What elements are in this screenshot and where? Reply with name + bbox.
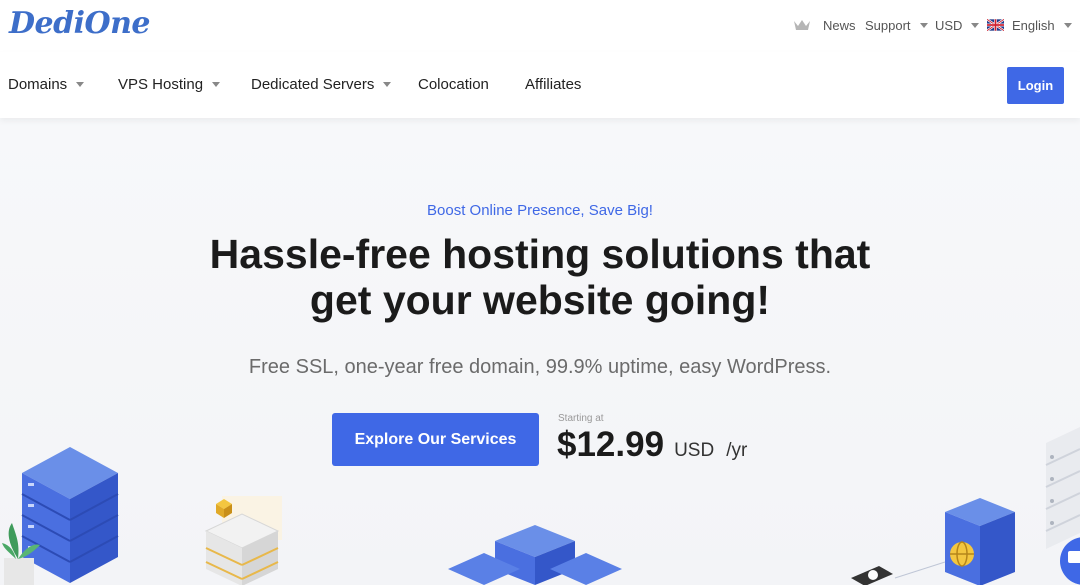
hero-headline: Hassle-free hosting solutions that get y…	[140, 231, 940, 323]
currency-dropdown[interactable]: USD	[935, 16, 980, 34]
price-period: /yr	[726, 440, 748, 461]
language-label: English	[1012, 17, 1055, 33]
hero-tagline: Boost Online Presence, Save Big!	[427, 202, 653, 219]
chat-bubble-icon	[1060, 537, 1080, 585]
globe-server-illustration	[851, 498, 1015, 585]
headline-line-2: get your website going!	[309, 277, 771, 323]
chevron-down-icon	[383, 82, 392, 87]
chevron-down-icon	[212, 82, 221, 87]
nav-item-label: Affiliates	[525, 76, 582, 93]
news-link[interactable]: News	[793, 16, 856, 34]
nav-item-colocation[interactable]: Colocation	[418, 76, 489, 93]
price-block: $12.99 USD /yr	[557, 425, 747, 465]
chevron-down-icon	[971, 22, 980, 28]
login-button[interactable]: Login	[1007, 67, 1064, 104]
headline-line-1: Hassle-free hosting solutions that	[209, 231, 871, 277]
phone-icon	[851, 566, 893, 585]
nav-item-dedicated-servers[interactable]: Dedicated Servers	[251, 76, 392, 93]
support-dropdown[interactable]: Support	[865, 16, 928, 34]
dedione-logo[interactable]: DediOne	[9, 6, 151, 41]
nav-item-label: Domains	[8, 76, 68, 93]
nav-item-domains[interactable]: Domains	[8, 76, 85, 93]
nav-item-affiliates[interactable]: Affiliates	[525, 76, 581, 93]
news-label: News	[823, 17, 856, 33]
uk-flag-icon	[987, 19, 1004, 31]
nav-item-label: Dedicated Servers	[251, 76, 375, 93]
price-currency: USD	[674, 440, 715, 461]
white-server-rack-illustration	[1045, 427, 1080, 585]
support-label: Support	[865, 17, 911, 33]
main-navigation: Domains VPS Hosting Dedicated Servers Co…	[0, 52, 1080, 118]
nav-item-vps-hosting[interactable]: VPS Hosting	[118, 76, 221, 93]
crown-icon	[794, 20, 810, 30]
gold-cube-server-illustration	[204, 496, 282, 585]
globe-icon	[950, 541, 974, 567]
price-amount: $12.99	[557, 425, 665, 464]
currency-label: USD	[935, 17, 963, 33]
blue-cubes-illustration	[448, 525, 622, 585]
hero-section: Boost Online Presence, Save Big! Hassle-…	[0, 118, 1080, 585]
chevron-down-icon	[1063, 22, 1072, 28]
nav-item-label: VPS Hosting	[118, 76, 204, 93]
price-prefix: Starting at	[558, 413, 604, 424]
language-dropdown[interactable]: English	[987, 16, 1072, 34]
hero-subline: Free SSL, one-year free domain, 99.9% up…	[248, 356, 832, 378]
top-utility-bar: DediOne News Support USD English	[0, 0, 1080, 52]
server-stack-illustration	[2, 447, 119, 585]
chevron-down-icon	[76, 82, 85, 87]
nav-item-label: Colocation	[418, 76, 489, 93]
explore-services-button[interactable]: Explore Our Services	[332, 413, 539, 466]
chevron-down-icon	[919, 22, 928, 28]
